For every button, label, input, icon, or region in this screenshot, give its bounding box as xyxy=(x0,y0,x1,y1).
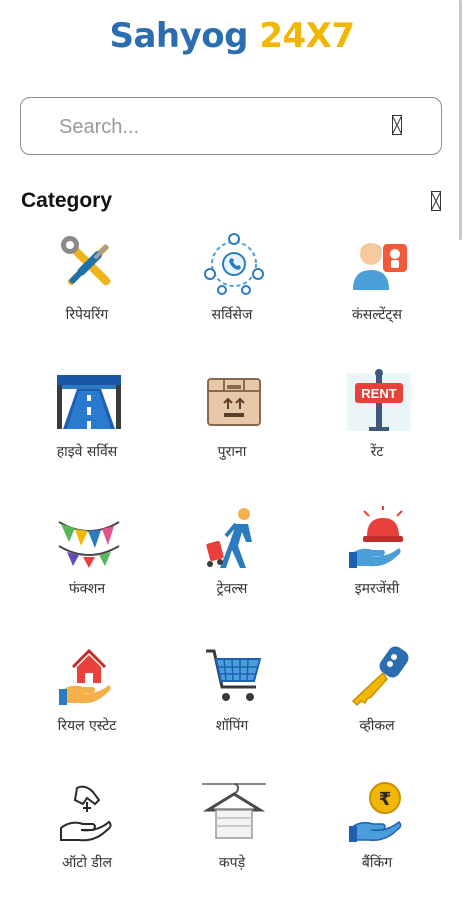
category-label: रेंट xyxy=(370,444,384,460)
traveler-icon xyxy=(206,508,252,568)
category-label: ऑटो डील xyxy=(61,855,113,871)
category-label: सर्विसेज xyxy=(211,307,253,323)
category-tile-vehicle[interactable]: व्हीकल xyxy=(302,637,452,757)
highway-icon xyxy=(57,375,121,429)
category-tile-function[interactable]: फंक्शन xyxy=(12,500,162,620)
category-tile-emergency[interactable]: इमरजेंसी xyxy=(302,500,452,620)
app-title-suffix: 24X7 xyxy=(259,16,355,56)
category-label: इमरजेंसी xyxy=(354,581,400,597)
category-label: हाइवे सर्विस xyxy=(56,444,118,460)
services-network-icon xyxy=(204,233,264,295)
rent-sign-icon: RENT xyxy=(347,369,411,431)
category-label: बैंकिंग xyxy=(361,855,393,871)
svg-text:RENT: RENT xyxy=(361,386,396,401)
svg-text:₹: ₹ xyxy=(379,789,392,810)
category-tile-consultants[interactable]: कंसल्टेंट्स xyxy=(302,226,452,346)
app-title-brand: Sahyog xyxy=(109,16,248,56)
category-tile-highway[interactable]: हाइवे सर्विस xyxy=(12,363,162,483)
category-label: रिपेयरिंग xyxy=(65,307,109,323)
bunting-icon xyxy=(58,521,120,568)
category-tile-banking[interactable]: ₹ बैंकिंग xyxy=(302,774,452,894)
category-label: फंक्शन xyxy=(68,581,106,597)
category-tile-old[interactable]: पुराना xyxy=(157,363,307,483)
auto-deal-icon xyxy=(60,785,112,842)
tools-icon xyxy=(61,236,111,286)
category-label: व्हीकल xyxy=(359,718,395,734)
category-label: ट्रेवल्स xyxy=(216,581,248,597)
category-tile-services[interactable]: सर्विसेज xyxy=(157,226,307,346)
box-icon xyxy=(207,378,261,426)
emergency-siren-icon xyxy=(349,506,403,568)
clothes-hanger-icon xyxy=(202,783,266,839)
category-tile-travels[interactable]: ट्रेवल्स xyxy=(157,500,307,620)
banking-icon: ₹ xyxy=(349,782,402,842)
category-tile-shopping[interactable]: शॉपिंग xyxy=(157,637,307,757)
shopping-cart-icon xyxy=(206,649,262,701)
category-tile-clothes[interactable]: कपड़े xyxy=(157,774,307,894)
category-tile-real-estate[interactable]: रियल एस्टेट xyxy=(12,637,162,757)
consultant-icon xyxy=(353,243,407,290)
category-label: पुराना xyxy=(217,444,247,460)
menu-icon[interactable] xyxy=(431,191,441,211)
app-title: Sahyog 24X7 xyxy=(0,16,464,56)
house-hand-icon xyxy=(59,648,111,705)
app-screen: Sahyog 24X7 Category रिपेयरिंग xyxy=(0,0,464,900)
search-bar[interactable] xyxy=(20,97,442,155)
category-tile-repairing[interactable]: रिपेयरिंग xyxy=(12,226,162,346)
category-tile-rent[interactable]: RENT रेंट xyxy=(302,363,452,483)
category-label: शॉपिंग xyxy=(215,718,249,734)
car-key-icon xyxy=(351,646,409,707)
category-label: रियल एस्टेट xyxy=(57,718,117,734)
category-label: कंसल्टेंट्स xyxy=(352,307,402,323)
category-label: कपड़े xyxy=(218,855,246,871)
category-heading: Category xyxy=(21,189,113,212)
search-input[interactable] xyxy=(57,111,361,143)
search-icon[interactable] xyxy=(392,115,402,135)
category-tile-auto-deal[interactable]: ऑटो डील xyxy=(12,774,162,894)
